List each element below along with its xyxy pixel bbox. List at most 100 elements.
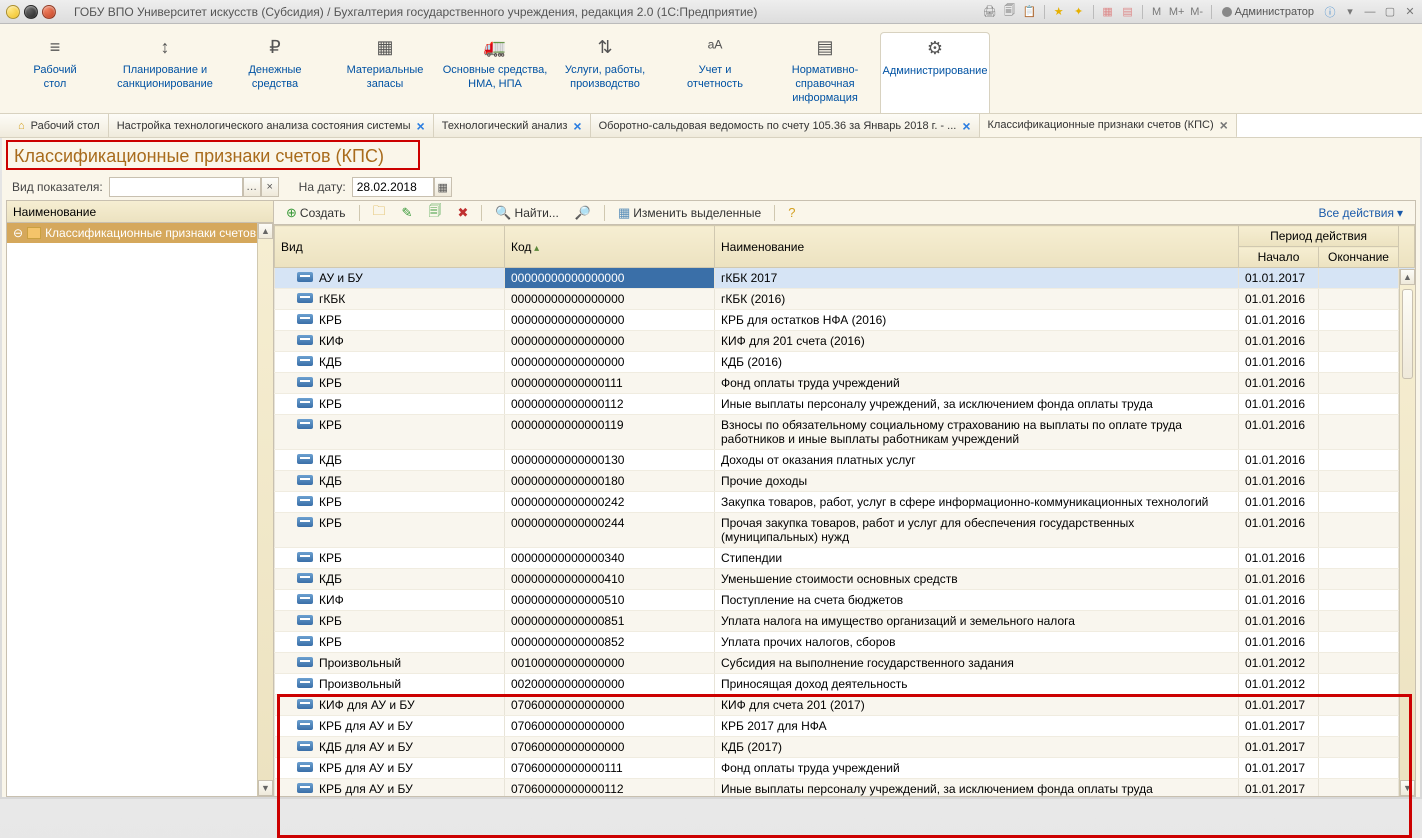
change-button[interactable]: ▦Изменить выделенные	[612, 203, 767, 223]
table-row[interactable]: КРБ 00000000000000119 Взносы по обязател…	[275, 415, 1415, 450]
cell-end	[1319, 394, 1399, 415]
col-end[interactable]: Окончание	[1319, 247, 1399, 268]
table-row[interactable]: КРБ 00000000000000111 Фонд оплаты труда …	[275, 373, 1415, 394]
schedule-icon[interactable]: ▤	[1120, 4, 1136, 20]
folder-button[interactable]: 🗀	[367, 203, 392, 223]
tab-close-icon[interactable]: ×	[1220, 118, 1228, 132]
ribbon-item[interactable]: ↕ Планирование и санкционирование	[110, 32, 220, 113]
table-row[interactable]: Произвольный 00200000000000000 Приносяща…	[275, 674, 1415, 695]
grid-vscroll[interactable]: ▲ ▼	[1399, 269, 1415, 796]
ribbon-item[interactable]: ≡ Рабочий стол	[0, 32, 110, 113]
delete-button[interactable]: ✖	[451, 203, 474, 223]
scroll-thumb[interactable]	[1402, 289, 1413, 379]
tab[interactable]: Технологический анализ×	[434, 114, 591, 137]
minimize-icon[interactable]: —	[1362, 4, 1378, 20]
ribbon-item[interactable]: ⚙ Администрирование	[880, 32, 990, 113]
tab[interactable]: Классификационные признаки счетов (КПС)×	[980, 114, 1237, 138]
row-icon	[297, 398, 313, 408]
table-row[interactable]: КДБ 00000000000000180 Прочие доходы 01.0…	[275, 471, 1415, 492]
m-plus-btn[interactable]: M+	[1169, 4, 1185, 20]
param-input[interactable]	[109, 177, 243, 197]
table-row[interactable]: КДБ 00000000000000410 Уменьшение стоимос…	[275, 569, 1415, 590]
cell-vid: КРБ для АУ и БУ	[275, 779, 505, 797]
date-input[interactable]	[352, 177, 434, 197]
help-button[interactable]: ?	[782, 203, 801, 223]
tab[interactable]: ⌂Рабочий стол	[0, 114, 109, 137]
table-row[interactable]: КРБ 00000000000000852 Уплата прочих нало…	[275, 632, 1415, 653]
nav-back-icon[interactable]	[24, 5, 38, 19]
param-clear-btn[interactable]: ×	[261, 177, 279, 197]
col-kod[interactable]: Код	[505, 226, 715, 268]
table-row[interactable]: гКБК 00000000000000000 гКБК (2016) 01.01…	[275, 289, 1415, 310]
history-icon[interactable]: ✦	[1071, 4, 1087, 20]
table-row[interactable]: КРБ 00000000000000340 Стипендии 01.01.20…	[275, 548, 1415, 569]
star-icon[interactable]: ★	[1051, 4, 1067, 20]
close-icon[interactable]: ✕	[1402, 4, 1418, 20]
col-vid[interactable]: Вид	[275, 226, 505, 268]
create-button[interactable]: ⊕Создать	[280, 203, 352, 223]
ribbon-item[interactable]: ▤ Нормативно-справочная информация	[770, 32, 880, 113]
col-name[interactable]: Наименование	[715, 226, 1239, 268]
tab-close-icon[interactable]: ×	[417, 119, 425, 133]
scroll-down-icon[interactable]: ▼	[1400, 780, 1415, 796]
cell-vid: КРБ	[275, 513, 505, 548]
cell-name: КИФ для 201 счета (2016)	[715, 331, 1239, 352]
date-picker-btn[interactable]: ▦	[434, 177, 452, 197]
tree-item[interactable]: ⊖ Классификационные признаки счетов	[7, 223, 273, 243]
maximize-icon[interactable]: ▢	[1382, 4, 1398, 20]
calendar-icon[interactable]: ▦	[1100, 4, 1116, 20]
tab[interactable]: Настройка технологического анализа состо…	[109, 114, 434, 137]
tab-close-icon[interactable]: ×	[962, 119, 970, 133]
cell-name: Уплата прочих налогов, сборов	[715, 632, 1239, 653]
table-row[interactable]: КИФ для АУ и БУ 07060000000000000 КИФ дл…	[275, 695, 1415, 716]
tab[interactable]: Оборотно-сальдовая ведомость по счету 10…	[591, 114, 980, 137]
find-button[interactable]: 🔍Найти...	[489, 203, 564, 223]
info-icon[interactable]: ⓘ	[1322, 4, 1338, 20]
print-icon[interactable]: 🖨	[982, 4, 998, 20]
separator	[1044, 5, 1045, 19]
copy-button[interactable]: 🗐	[422, 203, 447, 223]
filter-button[interactable]: 🔎	[569, 203, 597, 223]
find-label: Найти...	[515, 206, 559, 220]
cell-kod: 00000000000000112	[505, 394, 715, 415]
param-choose-btn[interactable]: …	[243, 177, 261, 197]
edit-button[interactable]: ✎	[396, 203, 419, 223]
calc-icon[interactable]: 📋	[1022, 4, 1038, 20]
table-row[interactable]: КДБ 00000000000000130 Доходы от оказания…	[275, 450, 1415, 471]
col-period[interactable]: Период действия	[1239, 226, 1399, 247]
ribbon-item[interactable]: ⇅ Услуги, работы, производство	[550, 32, 660, 113]
ribbon-item[interactable]: 🚛 Основные средства, НМА, НПА	[440, 32, 550, 113]
ribbon-item[interactable]: ▦ Материальные запасы	[330, 32, 440, 113]
table-row[interactable]: КРБ 00000000000000244 Прочая закупка тов…	[275, 513, 1415, 548]
table-row[interactable]: КИФ 00000000000000510 Поступление на сче…	[275, 590, 1415, 611]
table-row[interactable]: КРБ 00000000000000112 Иные выплаты персо…	[275, 394, 1415, 415]
col-start[interactable]: Начало	[1239, 247, 1319, 268]
table-row[interactable]: КРБ 00000000000000000 КРБ для остатков Н…	[275, 310, 1415, 331]
m-minus-btn[interactable]: M-	[1189, 4, 1205, 20]
ribbon-item[interactable]: ₽ Денежные средства	[220, 32, 330, 113]
table-row[interactable]: КРБ для АУ и БУ 07060000000000000 КРБ 20…	[275, 716, 1415, 737]
table-row[interactable]: КДБ для АУ и БУ 07060000000000000 КДБ (2…	[275, 737, 1415, 758]
scroll-up-icon[interactable]: ▲	[258, 223, 273, 239]
table-row[interactable]: КРБ для АУ и БУ 07060000000000112 Иные в…	[275, 779, 1415, 797]
dropdown-icon[interactable]: ▾	[1342, 4, 1358, 20]
tree-scroll[interactable]: ▲ ▼	[257, 223, 273, 796]
all-actions-button[interactable]: Все действия	[1313, 203, 1410, 223]
grid-scroll[interactable]: Вид Код Наименование Период действия Нач…	[274, 225, 1415, 796]
tree-header[interactable]: Наименование	[7, 201, 273, 223]
table-row[interactable]: КРБ 00000000000000242 Закупка товаров, р…	[275, 492, 1415, 513]
scroll-up-icon[interactable]: ▲	[1400, 269, 1415, 285]
scroll-down-icon[interactable]: ▼	[258, 780, 273, 796]
table-row[interactable]: КДБ 00000000000000000 КДБ (2016) 01.01.2…	[275, 352, 1415, 373]
m-btn[interactable]: M	[1149, 4, 1165, 20]
table-row[interactable]: КРБ для АУ и БУ 07060000000000111 Фонд о…	[275, 758, 1415, 779]
copy-icon[interactable]: 🗐	[1002, 4, 1018, 20]
cell-kod: 00000000000000111	[505, 373, 715, 394]
tab-close-icon[interactable]: ×	[573, 119, 581, 133]
table-row[interactable]: КРБ 00000000000000851 Уплата налога на и…	[275, 611, 1415, 632]
table-row[interactable]: КИФ 00000000000000000 КИФ для 201 счета …	[275, 331, 1415, 352]
ribbon-item[interactable]: ᵃᴬ Учет и отчетность	[660, 32, 770, 113]
table-row[interactable]: Произвольный 00100000000000000 Субсидия …	[275, 653, 1415, 674]
nav-fwd-icon[interactable]	[42, 5, 56, 19]
table-row[interactable]: АУ и БУ 00000000000000000 гКБК 2017 01.0…	[275, 268, 1415, 289]
